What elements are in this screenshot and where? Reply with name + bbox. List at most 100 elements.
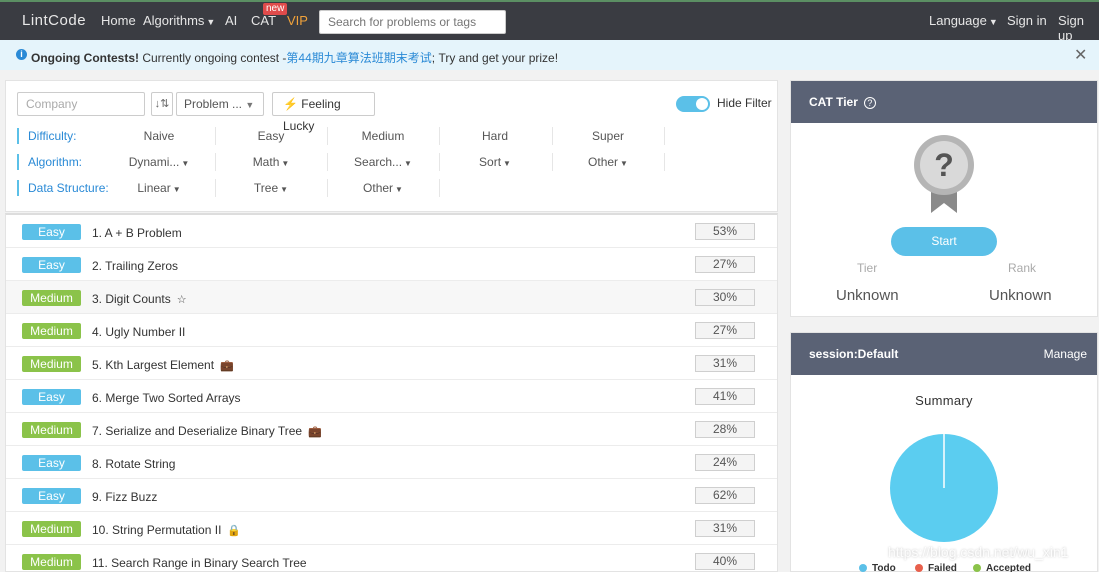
data-structure-option-label: Tree [253, 181, 279, 195]
algorithm-option[interactable]: Sort ▼ [439, 153, 551, 171]
problem-row[interactable]: Medium 11. Search Range in Binary Search … [6, 545, 777, 571]
problem-title: 3. Digit Counts [92, 292, 171, 306]
difficulty-badge: Easy [22, 389, 81, 405]
nav-home-link[interactable]: Home [101, 13, 136, 28]
difficulty-option[interactable]: Easy [215, 127, 327, 145]
difficulty-badge: Easy [22, 224, 81, 240]
problem-title-link[interactable]: 1. A + B Problem [92, 226, 182, 240]
difficulty-option[interactable]: Super [552, 127, 664, 145]
problem-title: 4. Ugly Number II [92, 325, 186, 339]
nav-ai-link[interactable]: AI [225, 13, 237, 28]
problem-row[interactable]: Easy 1. A + B Problem 53% [6, 215, 777, 248]
legend-dot [973, 564, 981, 572]
legend-dot [859, 564, 867, 572]
algorithm-option-label: Search... [354, 155, 403, 169]
banner-text: Ongoing Contests! Currently ongoing cont… [31, 49, 558, 66]
lock-icon: 🔒 [227, 525, 242, 537]
problem-title-link[interactable]: 8. Rotate String [92, 457, 175, 471]
logo[interactable]: LintCode [22, 12, 86, 29]
problem-row[interactable]: Easy 9. Fizz Buzz 62% [6, 479, 777, 512]
problem-select[interactable]: Problem ... ▼ [176, 92, 264, 116]
difficulty-badge: Easy [22, 257, 81, 273]
algorithm-option[interactable]: Search... ▼ [327, 153, 439, 171]
difficulty-badge: Medium [22, 521, 81, 537]
problem-title: 1. A + B Problem [92, 226, 182, 240]
problem-row[interactable]: Medium 5. Kth Largest Element 💼 31% [6, 347, 777, 380]
problem-title: 9. Fizz Buzz [92, 490, 158, 504]
manage-link[interactable]: Manage [1044, 333, 1087, 375]
acceptance-rate: 31% [695, 520, 755, 537]
sign-in-link[interactable]: Sign in [1007, 13, 1047, 28]
unknown-medal-icon: ? [914, 135, 974, 213]
tier-value: Unknown [836, 287, 899, 304]
problem-row[interactable]: Medium 3. Digit Counts ☆ 30% [6, 281, 777, 314]
nav-algorithms-label: Algorithms [143, 13, 205, 28]
chevron-down-icon: ▼ [281, 159, 290, 168]
contest-link[interactable]: 第44期九章算法班期末考试 [286, 51, 431, 65]
difficulty-option[interactable]: Hard [439, 127, 551, 145]
summary-title: Summary [915, 393, 973, 408]
rank-value: Unknown [989, 287, 1052, 304]
chevron-down-icon: ▼ [503, 159, 511, 168]
problem-title: 5. Kth Largest Element [92, 358, 215, 372]
filter-divider [664, 153, 665, 171]
problem-title-link[interactable]: 5. Kth Largest Element 💼 [92, 358, 234, 372]
tier-label: Tier [857, 261, 878, 275]
problem-title-link[interactable]: 6. Merge Two Sorted Arrays [92, 391, 241, 405]
data-structure-option[interactable]: Other ▼ [327, 179, 439, 197]
banner-title: Ongoing Contests! [31, 51, 139, 65]
problem-title-link[interactable]: 7. Serialize and Deserialize Binary Tree… [92, 424, 322, 438]
algorithm-option[interactable]: Dynami... ▼ [103, 153, 215, 171]
nav-algorithms-menu[interactable]: Algorithms ▼ [143, 13, 215, 28]
difficulty-option[interactable]: Naive [103, 127, 215, 145]
new-badge: new [263, 3, 288, 15]
sign-up-link[interactable]: Sign up [1058, 13, 1099, 43]
difficulty-badge: Easy [22, 455, 81, 471]
start-button[interactable]: Start [891, 227, 997, 256]
problem-row[interactable]: Easy 6. Merge Two Sorted Arrays 41% [6, 380, 777, 413]
problem-title-link[interactable]: 10. String Permutation II 🔒 [92, 523, 241, 537]
top-navbar: LintCode Home Algorithms ▼ AI CAT new VIP… [0, 0, 1099, 43]
problem-title-link[interactable]: 3. Digit Counts ☆ [92, 292, 187, 306]
help-icon[interactable]: ? [863, 96, 876, 109]
problem-title: 10. String Permutation II [92, 523, 222, 537]
star-icon: ☆ [176, 294, 187, 306]
data-structure-option[interactable]: Tree ▼ [215, 179, 327, 197]
hide-filter-toggle[interactable] [676, 96, 710, 112]
problem-title-link[interactable]: 4. Ugly Number II [92, 325, 185, 339]
data-structure-label: Data Structure: [17, 180, 109, 196]
feeling-lucky-button[interactable]: ⚡ Feeling Lucky [272, 92, 375, 133]
filter-panel: Company ↓⇅ Problem ... ▼ ⚡ Feeling Lucky… [5, 80, 778, 212]
banner-text-before: Currently ongoing contest - [142, 51, 287, 65]
toggle-knob [696, 98, 708, 110]
problem-title-link[interactable]: 9. Fizz Buzz [92, 490, 157, 504]
acceptance-rate: 53% [695, 223, 755, 240]
data-structure-option[interactable]: Linear ▼ [103, 179, 215, 197]
problem-row[interactable]: Medium 10. String Permutation II 🔒 31% [6, 512, 777, 545]
algorithm-option[interactable]: Other ▼ [552, 153, 664, 171]
close-icon[interactable]: ✕ [1074, 45, 1087, 65]
sort-icon[interactable]: ↓⇅ [151, 92, 173, 116]
problem-row[interactable]: Medium 7. Serialize and Deserialize Binar… [6, 413, 777, 446]
search-input[interactable] [319, 10, 506, 34]
algorithm-option[interactable]: Math ▼ [215, 153, 327, 171]
acceptance-rate: 40% [695, 553, 755, 570]
problem-title-link[interactable]: 11. Search Range in Binary Search Tree [92, 556, 307, 570]
legend-accepted-label: Accepted [986, 563, 1032, 572]
language-menu[interactable]: Language ▼ [929, 13, 998, 28]
company-filter-input[interactable]: Company [17, 92, 145, 116]
problem-row[interactable]: Medium 4. Ugly Number II 27% [6, 314, 777, 347]
difficulty-option[interactable]: Medium [327, 127, 439, 145]
nav-cat-link[interactable]: CAT [251, 13, 276, 28]
problem-title-link[interactable]: 2. Trailing Zeros [92, 259, 178, 273]
acceptance-rate: 27% [695, 322, 755, 339]
nav-vip-link[interactable]: VIP [287, 13, 308, 28]
problem-row[interactable]: Easy 8. Rotate String 24% [6, 446, 777, 479]
legend-failed-label: Failed [928, 563, 957, 572]
session-panel: session:Default Manage Summary Todo Fail… [790, 332, 1098, 572]
difficulty-badge: Medium [22, 554, 81, 570]
language-label: Language [929, 13, 987, 28]
problem-title: 6. Merge Two Sorted Arrays [92, 391, 241, 405]
acceptance-rate: 24% [695, 454, 755, 471]
problem-row[interactable]: Easy 2. Trailing Zeros 27% [6, 248, 777, 281]
